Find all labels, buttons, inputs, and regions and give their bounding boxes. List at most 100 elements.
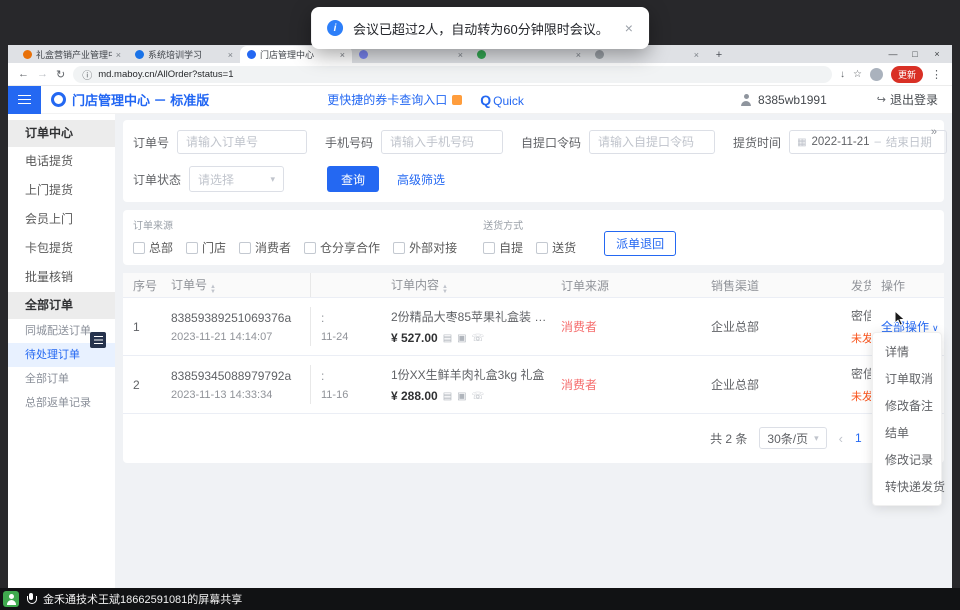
logout-button[interactable]: ↪ 退出登录 [877,91,938,108]
favicon-icon [595,50,604,59]
maximize-button[interactable]: □ [904,49,926,59]
logout-label: 退出登录 [890,91,938,108]
page-number-current[interactable]: 1 [855,431,862,445]
tab-title: 系统培训学习 [148,48,224,61]
page-size-select[interactable]: 30条/页 ▾ [759,427,826,449]
prev-page-button[interactable]: ‹ [839,431,843,446]
col-index: 序号 [123,277,161,294]
box-icon[interactable]: ▣ [457,391,466,402]
menu-item-edit-history[interactable]: 修改记录 [873,446,941,473]
tab-close-icon[interactable]: × [576,50,581,60]
reload-button[interactable]: ↻ [56,68,65,81]
new-tab-button[interactable]: + [710,47,728,63]
checkbox-icon[interactable] [133,242,145,254]
box-icon[interactable]: ▣ [457,333,466,344]
coupon-query-link[interactable]: 更快捷的券卡查询入口 [327,91,462,108]
phone-input[interactable] [381,130,503,154]
phone-icon[interactable]: ☏ [472,391,485,402]
checkbox-icon[interactable] [536,242,548,254]
sort-icons[interactable]: ▲▼ [210,285,216,295]
order-number[interactable]: 83859345088979792a [171,369,311,383]
tab-close-icon[interactable]: × [458,50,463,60]
sort-icons[interactable]: ▲▼ [442,285,448,295]
site-info-icon[interactable]: ⓘ [82,67,92,82]
sidebar-item-phone-pickup[interactable]: 电话提货 [8,147,115,176]
order-status-select[interactable]: 请选择 ▾ [189,166,284,192]
order-source-label: 订单来源 [133,217,457,232]
checkbox-warehouse-share[interactable]: 仓分享合作 [304,239,380,256]
col-content[interactable]: 订单内容▲▼ [381,276,551,295]
sidebar-item-card-pickup[interactable]: 卡包提货 [8,234,115,263]
order-status-placeholder: 请选择 [198,171,234,188]
col-order-no[interactable]: 订单号▲▼ [161,273,311,297]
toast-close-icon[interactable]: × [625,20,633,36]
checkbox-external[interactable]: 外部对接 [393,239,457,256]
tab-close-icon[interactable]: × [694,50,699,60]
menu-item-detail[interactable]: 详情 [873,338,941,365]
grid-icon[interactable]: ▤ [443,333,452,344]
tab-close-icon[interactable]: × [228,50,233,60]
search-button[interactable]: 查询 [327,166,379,192]
order-status-label: 订单状态 [133,171,181,188]
checkbox-icon[interactable] [393,242,405,254]
sidebar-item-member-visit[interactable]: 会员上门 [8,205,115,234]
pickup-code-input[interactable] [589,130,715,154]
sidebar: 订单中心 电话提货 上门提货 会员上门 卡包提货 批量核销 全部订单 同城配送订… [8,114,115,588]
browser-tab-2[interactable]: 系统培训学习 × [128,46,240,63]
back-button[interactable]: ← [18,68,29,80]
quick-brand-link[interactable]: Q Quick [480,92,524,108]
screen-share-stage: 礼盒营销产业管理中心 × 系统培训学习 × 门店管理中心 × × × [0,0,960,610]
sidebar-collapse-toggle-icon[interactable] [90,332,106,348]
download-icon[interactable]: ↓ [840,69,845,80]
browser-tab-1[interactable]: 礼盒营销产业管理中心 × [16,46,128,63]
app-header: 门店管理中心 － 标准版 更快捷的券卡查询入口 Q Quick 8385wb19… [8,86,952,114]
profile-avatar[interactable] [870,68,883,81]
checkbox-delivery[interactable]: 送货 [536,239,576,256]
cell-order-no: 83859389251069376a 2023-11-21 14:14:07 [161,307,311,346]
tab-close-icon[interactable]: × [116,50,121,60]
panel-collapse-icon[interactable]: » [931,126,936,138]
cell-sales-channel: 企业总部 [701,318,841,335]
sidebar-item-batch-verify[interactable]: 批量核销 [8,263,115,292]
checkbox-icon[interactable] [186,242,198,254]
order-number[interactable]: 83859389251069376a [171,311,311,325]
checkbox-icon[interactable] [239,242,251,254]
sidebar-item-all-orders[interactable]: 全部订单 [8,367,115,391]
checkbox-label: 仓分享合作 [320,239,380,256]
hamburger-icon [18,95,31,105]
checkbox-hq[interactable]: 总部 [133,239,173,256]
minimize-button[interactable]: — [882,49,904,59]
microphone-icon[interactable] [26,592,36,606]
order-status-field: 订单状态 请选择 ▾ [133,166,284,192]
checkbox-label: 自提 [499,239,523,256]
cell-ship-status: 密信 未发 [841,307,871,346]
user-info[interactable]: 8385wb1991 [740,93,827,107]
advanced-filter-link[interactable]: 高级筛选 [397,171,445,188]
window-close-button[interactable]: × [926,49,948,59]
browser-update-button[interactable]: 更新 [891,66,923,83]
sidebar-item-hq-return-records[interactable]: 总部返单记录 [8,391,115,415]
tab-close-icon[interactable]: × [340,50,345,60]
menu-item-close-order[interactable]: 结单 [873,419,941,446]
sidebar-menu-toggle[interactable] [8,86,41,114]
checkbox-consumer[interactable]: 消费者 [239,239,291,256]
menu-item-edit-note[interactable]: 修改备注 [873,392,941,419]
url-omnibox[interactable]: ⓘ md.maboy.cn/AllOrder?status=1 [73,66,832,83]
browser-menu-icon[interactable]: ⋮ [931,68,942,81]
menu-item-express-ship[interactable]: 转快递发货 [873,473,941,500]
dispatch-return-button[interactable]: 派单退回 [604,231,676,256]
checkbox-icon[interactable] [304,242,316,254]
forward-button[interactable]: → [37,68,48,80]
checkbox-store[interactable]: 门店 [186,239,226,256]
tab-title: 礼盒营销产业管理中心 [36,48,112,61]
order-no-input[interactable] [177,130,307,154]
date-range-picker[interactable]: ▦ 2022-11-21 – 结束日期 [789,130,947,154]
phone-icon[interactable]: ☏ [472,333,485,344]
bookmark-star-icon[interactable]: ☆ [853,69,862,80]
order-price: ¥ 527.00 [391,331,438,345]
checkbox-self-pickup[interactable]: 自提 [483,239,523,256]
sidebar-item-door-pickup[interactable]: 上门提货 [8,176,115,205]
checkbox-icon[interactable] [483,242,495,254]
grid-icon[interactable]: ▤ [443,391,452,402]
menu-item-cancel-order[interactable]: 订单取消 [873,365,941,392]
